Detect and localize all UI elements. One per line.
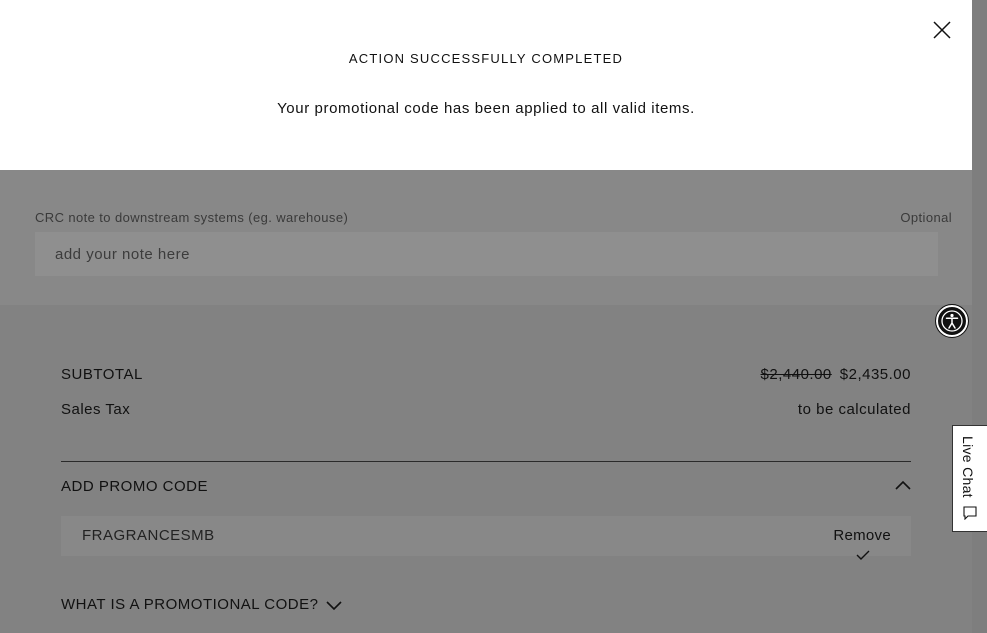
- note-optional-label: Optional: [900, 210, 952, 225]
- page-scrollbar-area: [972, 0, 987, 633]
- what-is-promo-toggle[interactable]: WHAT IS A PROMOTIONAL CODE?: [61, 596, 343, 613]
- success-notification: ACTION SUCCESSFULLY COMPLETED Your promo…: [0, 0, 972, 170]
- subtotal-original-price: $2,440.00: [760, 366, 832, 383]
- subtotal-values: $2,440.00 $2,435.00: [761, 366, 911, 383]
- remove-promo-button[interactable]: Remove: [833, 527, 891, 544]
- live-chat-button[interactable]: Live Chat: [952, 425, 987, 532]
- promo-code-header: ADD PROMO CODE: [61, 478, 209, 495]
- accessibility-button[interactable]: [935, 304, 969, 338]
- summary-divider: [61, 461, 911, 462]
- checkmark-icon: [856, 550, 870, 560]
- chevron-up-icon: [895, 480, 911, 490]
- promo-code-value: FRAGRANCESMB: [82, 527, 215, 544]
- order-summary: [0, 305, 972, 633]
- subtotal-row: SUBTOTAL $2,440.00 $2,435.00: [61, 366, 911, 383]
- notification-message: Your promotional code has been applied t…: [277, 100, 695, 117]
- notification-title: ACTION SUCCESSFULLY COMPLETED: [348, 51, 624, 66]
- sales-tax-row: Sales Tax to be calculated: [61, 401, 911, 418]
- applied-promo-code: FRAGRANCESMB Remove: [61, 516, 911, 556]
- note-input[interactable]: [35, 232, 938, 276]
- live-chat-label: Live Chat: [960, 436, 976, 498]
- chat-bubble-icon: [963, 506, 977, 520]
- accessibility-icon: [941, 310, 963, 332]
- close-icon[interactable]: [933, 21, 951, 39]
- what-is-promo-label: WHAT IS A PROMOTIONAL CODE?: [61, 596, 319, 613]
- subtotal-label: SUBTOTAL: [61, 366, 143, 383]
- promo-code-toggle[interactable]: ADD PROMO CODE: [61, 478, 911, 495]
- subtotal-discounted-price: $2,435.00: [839, 366, 911, 383]
- sales-tax-label: Sales Tax: [61, 401, 131, 418]
- note-label: CRC note to downstream systems (eg. ware…: [35, 210, 349, 225]
- sales-tax-value: to be calculated: [797, 401, 911, 418]
- chevron-down-icon: [326, 601, 343, 611]
